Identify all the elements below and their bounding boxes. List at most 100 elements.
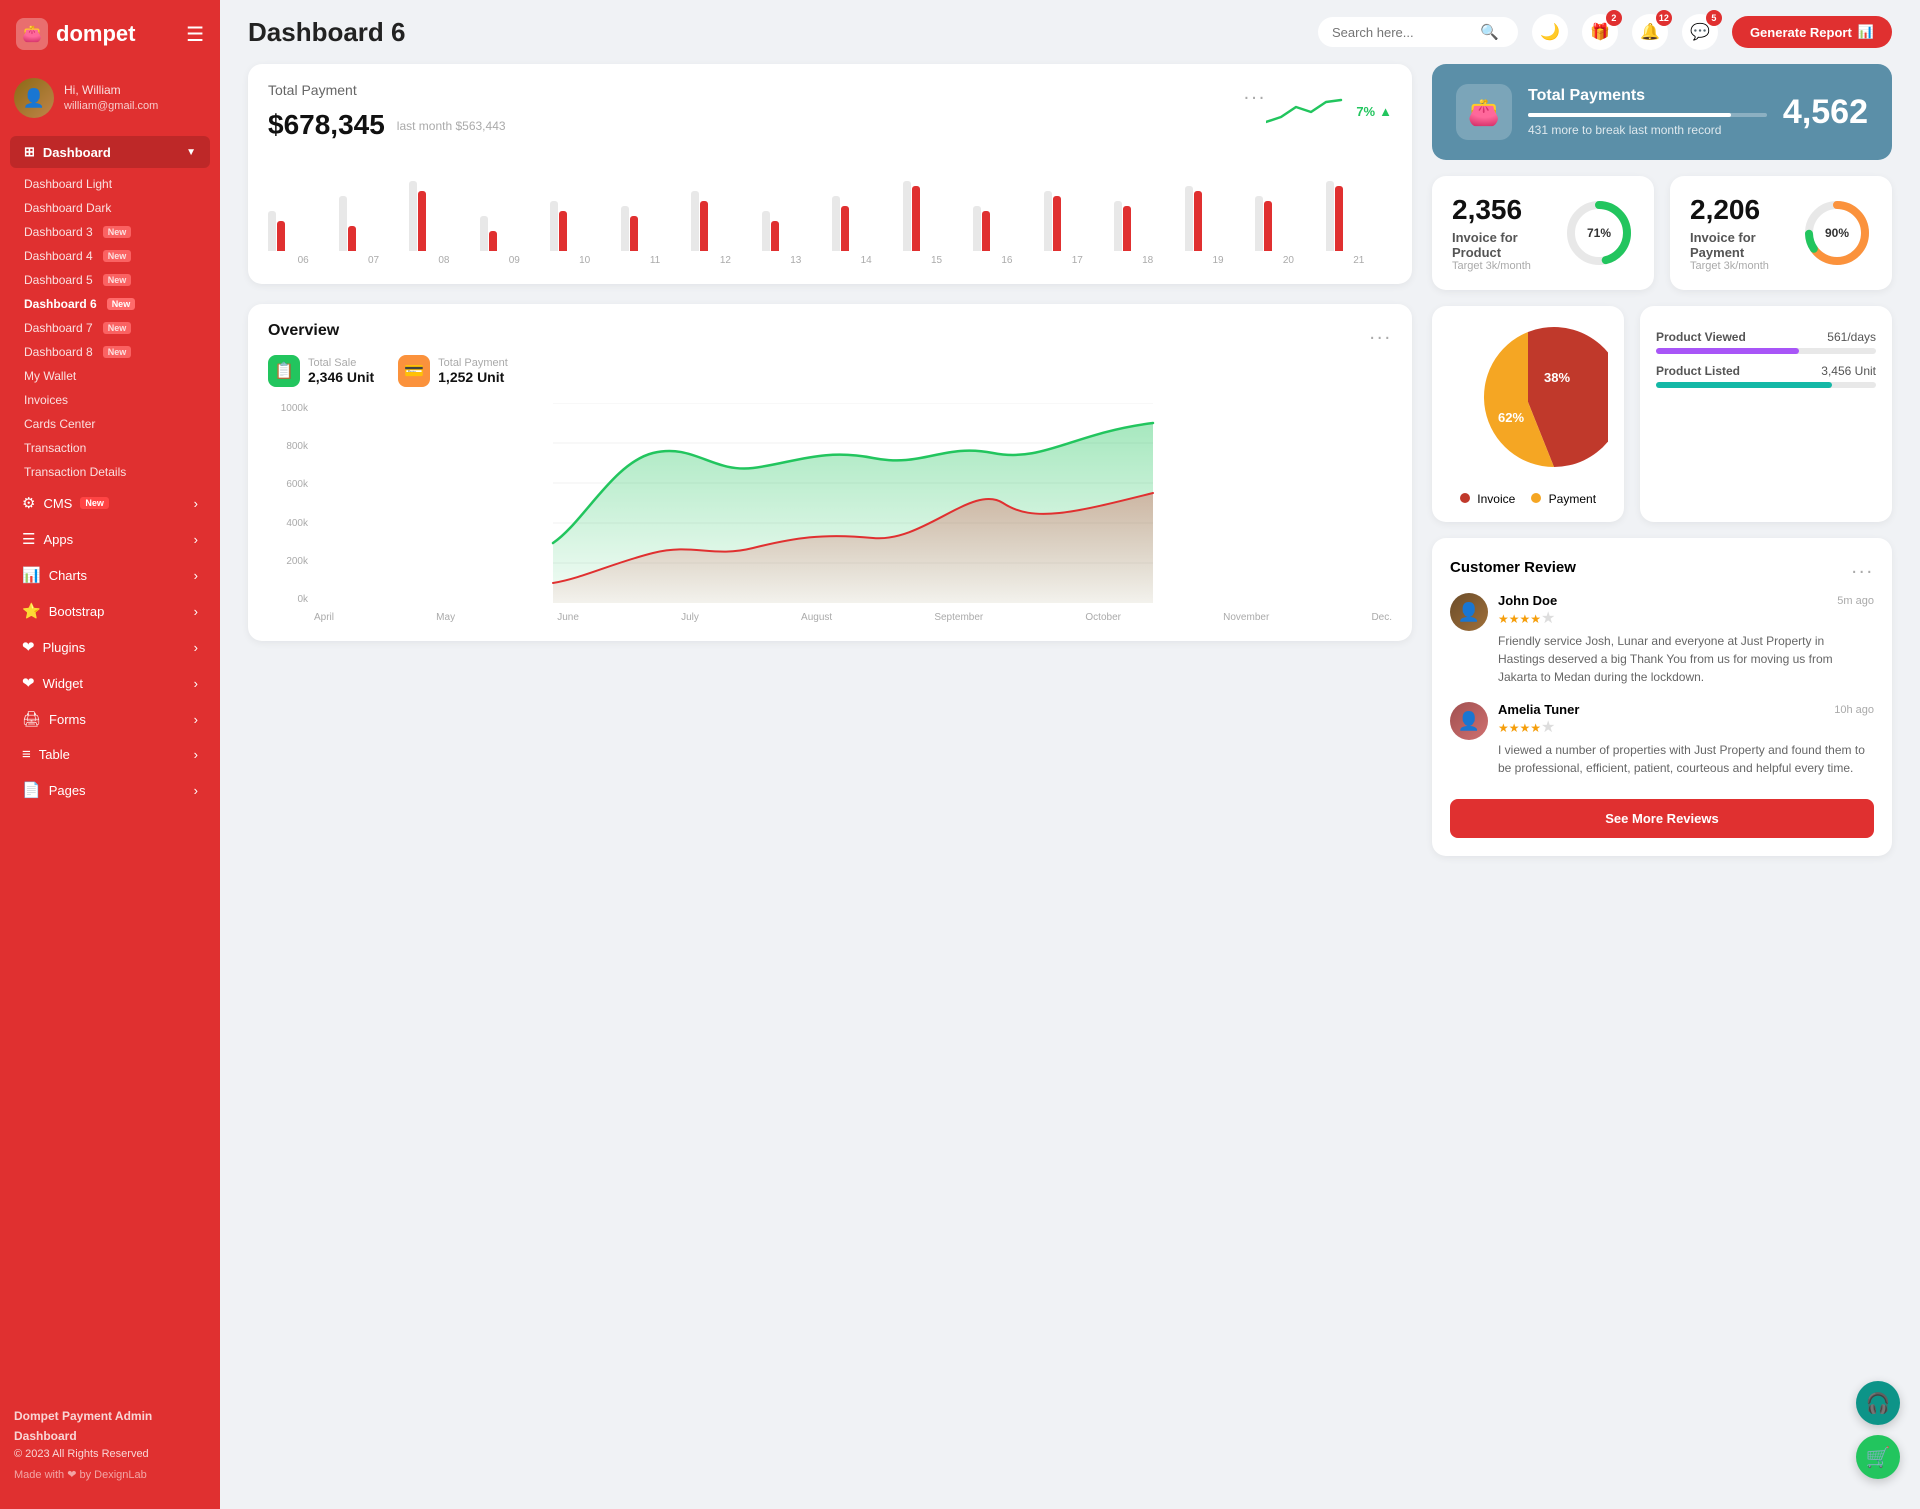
bar-red [1123, 206, 1131, 251]
chat-notification-button[interactable]: 💬 5 [1682, 14, 1718, 50]
review-avatar-john: 👤 [1450, 593, 1488, 631]
widget-icon: ❤ [22, 674, 35, 692]
product-viewed-bar-fill [1656, 348, 1799, 354]
product-listed-label: Product Listed [1656, 364, 1740, 378]
product-viewed-bar-bg [1656, 348, 1876, 354]
sidebar-item-dashboard-8[interactable]: Dashboard 8New [0, 340, 220, 364]
user-email: william@gmail.com [64, 99, 158, 113]
sidebar-item-dashboard-4[interactable]: Dashboard 4New [0, 244, 220, 268]
svg-text:38%: 38% [1544, 370, 1570, 385]
sidebar-item-dashboard-6[interactable]: Dashboard 6New [0, 292, 220, 316]
total-sale-icon: 📋 [268, 355, 300, 387]
invoice-payment-amount: 2,206 [1690, 194, 1802, 226]
sidebar-item-widget[interactable]: ❤Widget› [8, 666, 212, 700]
gift-notification-button[interactable]: 🎁 2 [1582, 14, 1618, 50]
chevron-right-icon: › [194, 568, 198, 583]
page-title: Dashboard 6 [248, 17, 406, 48]
see-more-reviews-button[interactable]: See More Reviews [1450, 799, 1874, 838]
blue-card-value: 4,562 [1783, 93, 1868, 132]
gift-badge: 2 [1606, 10, 1622, 26]
sidebar-item-charts[interactable]: 📊Charts› [8, 558, 212, 592]
search-box: 🔍 [1318, 17, 1518, 47]
review-menu[interactable]: ... [1851, 556, 1874, 579]
search-icon: 🔍 [1480, 23, 1499, 41]
support-button[interactable]: 🎧 [1856, 1381, 1900, 1425]
overview-menu[interactable]: ... [1369, 322, 1392, 345]
total-sale-value: 2,346 Unit [308, 369, 374, 385]
sidebar-item-dashboard-dark[interactable]: Dashboard Dark [0, 196, 220, 220]
sidebar-item-cms[interactable]: ⚙CMSNew› [8, 486, 212, 520]
sidebar-item-forms[interactable]: 🖨Forms› [8, 702, 212, 736]
invoice-payment-card: 2,206 Invoice for Payment Target 3k/mont… [1670, 176, 1892, 290]
sidebar-item-plugins[interactable]: ❤Plugins› [8, 630, 212, 664]
sidebar-item-transaction[interactable]: Transaction [0, 436, 220, 460]
chevron-right-icon: › [194, 676, 198, 691]
sidebar-header: 👛 dompet ☰ [0, 0, 220, 68]
blue-total-payments-card: 👛 Total Payments 431 more to break last … [1432, 64, 1892, 160]
invoice-legend: Invoice [1460, 492, 1515, 506]
bar-group [339, 196, 406, 251]
sidebar-item-bootstrap[interactable]: ⭐Bootstrap› [8, 594, 212, 628]
topbar: Dashboard 6 🔍 🌙 🎁 2 🔔 12 💬 5 Generate Re… [220, 0, 1920, 64]
dashboard-label: Dashboard [43, 145, 111, 160]
chevron-right-icon: › [194, 712, 198, 727]
sidebar-item-transaction-details[interactable]: Transaction Details [0, 460, 220, 484]
total-payment-title: Total Payment [268, 82, 357, 98]
sidebar-item-dashboard[interactable]: ⊞ Dashboard ▼ [10, 136, 210, 168]
dashboard-sub-items: Dashboard LightDashboard DarkDashboard 3… [0, 172, 220, 484]
bar-red [559, 211, 567, 251]
sidebar-item-apps[interactable]: ☰Apps› [8, 522, 212, 556]
sidebar-item-dashboard-light[interactable]: Dashboard Light [0, 172, 220, 196]
sidebar-item-cards-center[interactable]: Cards Center [0, 412, 220, 436]
total-payment-card: Total Payment ... $678,345 last month $5… [248, 64, 1412, 284]
review-stars-john: ★★★★★ [1498, 608, 1874, 628]
sidebar-user: 👤 Hi, William william@gmail.com [0, 68, 220, 132]
total-payment-menu[interactable]: ... [1244, 82, 1267, 105]
total-payment-legend-label: Total Payment [438, 357, 508, 369]
bar-red [277, 221, 285, 251]
bell-notification-button[interactable]: 🔔 12 [1632, 14, 1668, 50]
review-text-amelia: I viewed a number of properties with Jus… [1498, 741, 1874, 777]
sidebar-item-table[interactable]: ≡Table› [8, 738, 212, 771]
product-stats-card: Product Viewed 561/days Product Listed 3… [1640, 306, 1892, 522]
payment-legend: Payment [1531, 492, 1596, 506]
chevron-right-icon: › [194, 640, 198, 655]
sidebar-item-dashboard-5[interactable]: Dashboard 5New [0, 268, 220, 292]
trend-chart [1266, 92, 1346, 132]
sidebar-item-invoices[interactable]: Invoices [0, 388, 220, 412]
chevron-down-icon: ▼ [186, 147, 196, 158]
avatar: 👤 [14, 78, 54, 118]
sidebar-logo[interactable]: 👛 dompet [16, 18, 135, 50]
cart-icon: 🛒 [1866, 1445, 1891, 1470]
avatar-image: 👤 [14, 78, 54, 118]
main-content: Dashboard 6 🔍 🌙 🎁 2 🔔 12 💬 5 Generate Re… [220, 0, 1920, 1509]
sidebar-item-dashboard-3[interactable]: Dashboard 3New [0, 220, 220, 244]
bar-gray [1114, 201, 1122, 251]
apps-icon: ☰ [22, 530, 35, 548]
sidebar-footer: Dompet Payment Admin Dashboard © 2023 Al… [0, 1391, 220, 1489]
sidebar-item-my-wallet[interactable]: My Wallet [0, 364, 220, 388]
cart-button[interactable]: 🛒 [1856, 1435, 1900, 1479]
theme-toggle-button[interactable]: 🌙 [1532, 14, 1568, 50]
bar-group [691, 191, 758, 251]
blue-card-title: Total Payments [1528, 87, 1767, 105]
hamburger-button[interactable]: ☰ [186, 22, 204, 47]
legend-total-payment: 💳 Total Payment 1,252 Unit [398, 355, 508, 387]
invoice-row: 2,356 Invoice for Product Target 3k/mont… [1432, 176, 1892, 290]
bar-group [550, 201, 617, 251]
table-icon: ≡ [22, 746, 31, 763]
topbar-right: 🔍 🌙 🎁 2 🔔 12 💬 5 Generate Report 📊 [1318, 14, 1892, 50]
bar-red [1335, 186, 1343, 251]
bar-chart [268, 151, 1392, 251]
bar-group [268, 211, 335, 251]
blue-card-progress-bar [1528, 113, 1767, 117]
charts-icon: 📊 [22, 566, 41, 584]
generate-report-button[interactable]: Generate Report 📊 [1732, 16, 1892, 48]
search-input[interactable] [1332, 25, 1472, 40]
review-info-john: John Doe 5m ago ★★★★★ Friendly service J… [1498, 593, 1874, 686]
sidebar-item-pages[interactable]: 📄Pages› [8, 773, 212, 807]
sidebar-item-dashboard-7[interactable]: Dashboard 7New [0, 316, 220, 340]
invoice-payment-target: Target 3k/month [1690, 260, 1802, 272]
review-item: 👤 Amelia Tuner 10h ago ★★★★★ I viewed a … [1450, 702, 1874, 777]
bar-labels: 06070809101112131415161718192021 [268, 255, 1392, 266]
